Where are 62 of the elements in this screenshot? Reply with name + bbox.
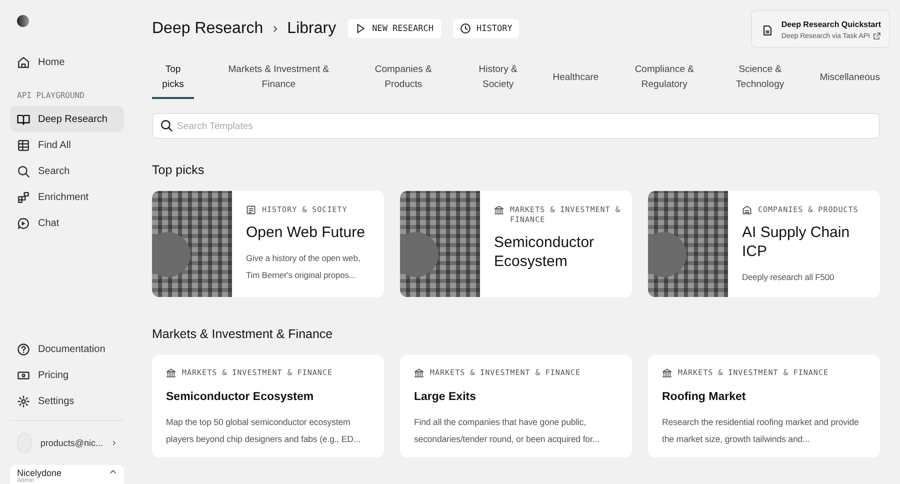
- sidebar-item[interactable]: Home: [10, 49, 124, 75]
- breadcrumb-item[interactable]: Deep Research: [152, 20, 264, 38]
- blocks-icon: [17, 190, 30, 204]
- account-menu[interactable]: products@nic...: [10, 429, 124, 457]
- history-button[interactable]: HISTORY: [452, 19, 520, 38]
- chevron-icon: [109, 468, 117, 476]
- card-description: Give a history of the open web, Tim Berner's original propos...: [246, 252, 362, 282]
- building-icon: [742, 205, 752, 215]
- category-tab[interactable]: Markets & Investment & Finance: [224, 62, 334, 99]
- category-tab[interactable]: Healthcare: [552, 62, 599, 99]
- home-icon: [17, 56, 30, 68]
- chevron-icon: [111, 439, 117, 447]
- settings-icon: [17, 394, 30, 408]
- card-title: Open Web Future: [246, 223, 366, 242]
- book-icon: [17, 112, 30, 126]
- card-title: Semiconductor Ecosystem: [494, 233, 596, 271]
- card-title: Roofing Market: [662, 390, 747, 404]
- banknote-icon: [17, 368, 30, 382]
- card-description: Research the residential roofing market and provide the market size, growth tailwinds and...: [662, 416, 860, 446]
- category-tab[interactable]: Companies & Products: [363, 62, 444, 99]
- bank-icon: [166, 368, 176, 378]
- category-tab[interactable]: Miscellaneous: [820, 62, 880, 99]
- document-icon: [762, 24, 774, 36]
- card-title: Large Exits: [414, 390, 477, 404]
- table-icon: [17, 138, 30, 152]
- chat-icon: [17, 216, 30, 230]
- section-heading: Top picks: [152, 163, 206, 177]
- logo-icon[interactable]: [17, 15, 29, 27]
- bank-icon: [662, 368, 672, 378]
- category-tab[interactable]: History & Society: [473, 62, 524, 99]
- sidebar-item[interactable]: Settings: [10, 388, 124, 414]
- clock-icon: [460, 23, 470, 34]
- bank-icon: [414, 368, 424, 378]
- sidebar-item[interactable]: Deep Research: [10, 106, 124, 132]
- breadcrumb-item: Library: [287, 20, 336, 38]
- play-icon: [355, 23, 366, 34]
- sidebar-item[interactable]: Documentation: [10, 336, 124, 362]
- sidebar-item[interactable]: Search: [10, 158, 124, 184]
- sidebar-item[interactable]: Pricing: [10, 362, 124, 388]
- search-field[interactable]: Search Templates: [152, 113, 880, 139]
- chevron-icon: [271, 24, 280, 32]
- category-tab[interactable]: Top picks: [152, 62, 194, 99]
- card-description: Find all the companies that have gone public, secondaries/tender round, or been acquired for...: [414, 416, 600, 446]
- sidebar-item[interactable]: Find All: [10, 132, 124, 158]
- sidebar-item[interactable]: Chat: [10, 210, 124, 236]
- new-research-button[interactable]: NEW RESEARCH: [348, 19, 440, 38]
- card-title: AI Supply Chain ICP: [742, 223, 851, 261]
- quickstart-title: Deep Research Quickstart: [781, 20, 881, 29]
- help-icon: [17, 342, 30, 356]
- search-icon: [160, 119, 173, 132]
- external-link-icon: [872, 32, 881, 40]
- category-tab[interactable]: Compliance & Regulatory: [628, 62, 700, 99]
- sidebar-item[interactable]: Enrichment: [10, 184, 124, 210]
- scroll-icon: [246, 205, 256, 215]
- bank-icon: [494, 205, 504, 215]
- section-heading: Markets & Investment & Finance: [152, 327, 334, 341]
- card-title: Semiconductor Ecosystem: [166, 390, 315, 404]
- section-label: API PLAYGROUND: [16, 90, 86, 102]
- search-icon: [17, 164, 30, 178]
- card-description: Deeply research all F500: [742, 271, 836, 284]
- category-tab[interactable]: Science & Technology: [730, 62, 790, 99]
- card-description: Map the top 50 global semiconductor ecosystem players beyond chip designers and fabs (e.g., ED...: [166, 416, 362, 446]
